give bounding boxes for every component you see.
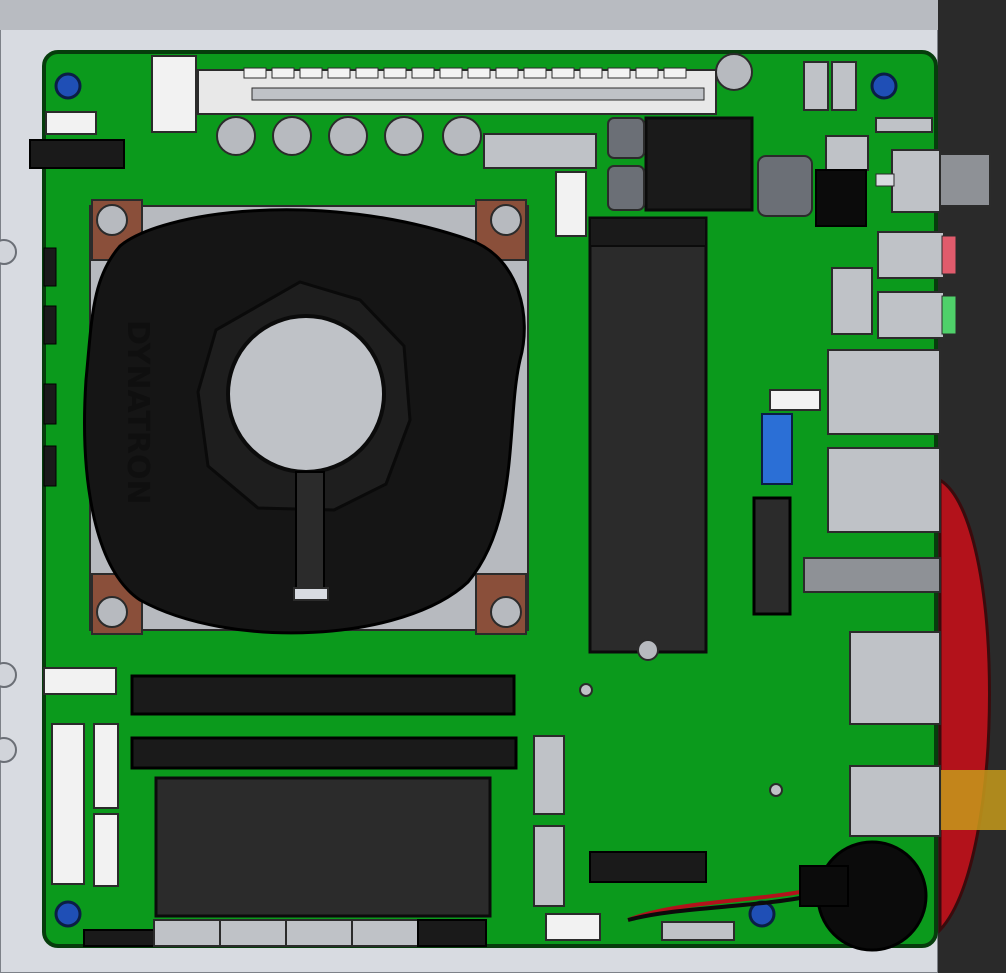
gold-bracket bbox=[938, 770, 1006, 830]
cooler-brand-text: DYNATRON bbox=[120, 320, 155, 505]
sata-port-1 bbox=[533, 735, 565, 815]
fan-hub bbox=[226, 314, 386, 474]
sodimm-slot-upper bbox=[130, 674, 516, 716]
sodimm-slot-lower bbox=[130, 736, 518, 770]
chassis-hole bbox=[0, 737, 17, 763]
blue-header bbox=[761, 413, 793, 485]
standoff bbox=[715, 53, 753, 91]
fan-cable bbox=[295, 471, 325, 595]
audio-jack-green-tip bbox=[941, 295, 957, 335]
chassis-hole bbox=[0, 662, 17, 688]
audio-jack-green bbox=[877, 291, 945, 339]
fan-header bbox=[45, 111, 97, 135]
usb-header bbox=[43, 667, 117, 695]
m2-module bbox=[588, 216, 708, 654]
header-b bbox=[93, 813, 119, 887]
atx-power-4pin bbox=[815, 169, 867, 227]
audio-jack-pink-tip bbox=[941, 235, 957, 275]
bottom-chip bbox=[589, 851, 707, 883]
motherboard-render: DYNATRON bbox=[0, 0, 1006, 973]
m2-connector bbox=[589, 217, 707, 247]
antenna-connector-body bbox=[891, 149, 941, 213]
connector-block bbox=[29, 139, 125, 169]
antenna-pin bbox=[875, 173, 895, 187]
front-panel-header bbox=[752, 496, 792, 616]
cad-render-stage: DYNATRON bbox=[0, 0, 1006, 973]
standoff-small bbox=[769, 783, 783, 797]
sata-port-2 bbox=[533, 825, 565, 907]
fan-plug bbox=[293, 587, 329, 601]
header-a bbox=[93, 723, 119, 809]
audio-header bbox=[831, 267, 873, 335]
audio-jack-pink bbox=[877, 231, 945, 279]
long-header bbox=[51, 723, 85, 885]
small-header bbox=[769, 389, 821, 411]
rtc-battery-holder bbox=[799, 865, 849, 907]
chassis-top-rail bbox=[0, 0, 938, 30]
m2-screw bbox=[637, 639, 659, 661]
power-connector bbox=[483, 133, 597, 169]
antenna-connector-thread bbox=[939, 153, 991, 207]
standoff-small bbox=[579, 683, 593, 697]
chassis-hole bbox=[0, 239, 17, 265]
sodimm-module bbox=[154, 776, 492, 918]
sata-power-header bbox=[555, 171, 587, 237]
chipset bbox=[644, 116, 754, 212]
